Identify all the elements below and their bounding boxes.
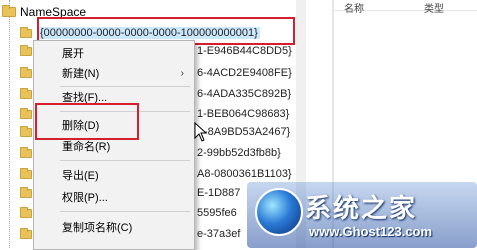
watermark-title: 系统之家	[305, 194, 418, 224]
tree-node-label: 1-BEB064C98683}	[197, 108, 290, 120]
folder-icon	[20, 227, 32, 239]
folder-icon	[20, 107, 32, 119]
folder-icon	[20, 186, 32, 198]
menu-item-label: 导出(E)	[62, 170, 99, 182]
folder-icon	[20, 26, 32, 38]
menu-item-expand[interactable]: 展开	[34, 43, 194, 63]
menu-item-label: 重命名(R)	[62, 141, 111, 153]
menu-item-label: 权限(P)...	[62, 192, 108, 204]
folder-icon	[20, 167, 32, 179]
menu-separator	[60, 160, 190, 161]
menu-item-label: 复制项名称(C)	[62, 222, 133, 234]
menu-item-copy-key-name[interactable]: 复制项名称(C)	[34, 217, 194, 237]
menu-item-export[interactable]: 导出(E)	[34, 165, 194, 185]
menu-item-permissions[interactable]: 权限(P)...	[34, 187, 194, 207]
column-header-type[interactable]: 类型	[424, 0, 444, 15]
tree-node-label: 5595fe6	[197, 207, 237, 219]
folder-icon	[20, 66, 32, 78]
delete-item-highlight	[35, 103, 139, 140]
context-menu: 展开 新建(N) › 查找(F)... 删除(D) 重命名(R) 导出(E) 权…	[33, 40, 195, 250]
menu-item-label: 展开	[62, 48, 84, 60]
folder-icon	[20, 206, 32, 218]
mouse-cursor-icon	[194, 122, 208, 142]
folder-icon	[2, 5, 16, 17]
chevron-right-icon: ›	[180, 67, 184, 79]
tree-node-label: 6-4ADA335C892B}	[197, 88, 292, 100]
column-header-name[interactable]: 名称	[344, 0, 364, 15]
tree-node-label: E-1D887	[197, 187, 241, 199]
watermark-logo: 系统之家 www.Ghost123.com	[247, 182, 477, 248]
tree-node-label: e-37a3ef	[197, 228, 241, 240]
menu-item-label: 新建(N)	[62, 68, 100, 80]
folder-icon	[20, 146, 32, 158]
menu-separator	[60, 211, 190, 212]
tree-node-label: 6-4ACD2E9408FE}	[197, 67, 292, 79]
tree-node-label: 1-E946B44C8DD5}	[197, 45, 292, 57]
globe-icon	[255, 188, 303, 236]
folder-icon	[20, 44, 32, 56]
folder-icon	[20, 87, 32, 99]
tree-node-label: A8-0800361B1103}	[197, 168, 292, 180]
tree-node-label: -8A9BD53A2467}	[204, 126, 291, 138]
tree-node-label: 2-99bb52d3fb8b}	[197, 147, 281, 159]
watermark-url: www.Ghost123.com	[309, 224, 433, 239]
values-header: 名称 类型	[334, 0, 477, 15]
menu-item-new[interactable]: 新建(N) ›	[34, 63, 194, 83]
tree-guide-line	[9, 0, 10, 248]
folder-icon	[20, 125, 32, 137]
